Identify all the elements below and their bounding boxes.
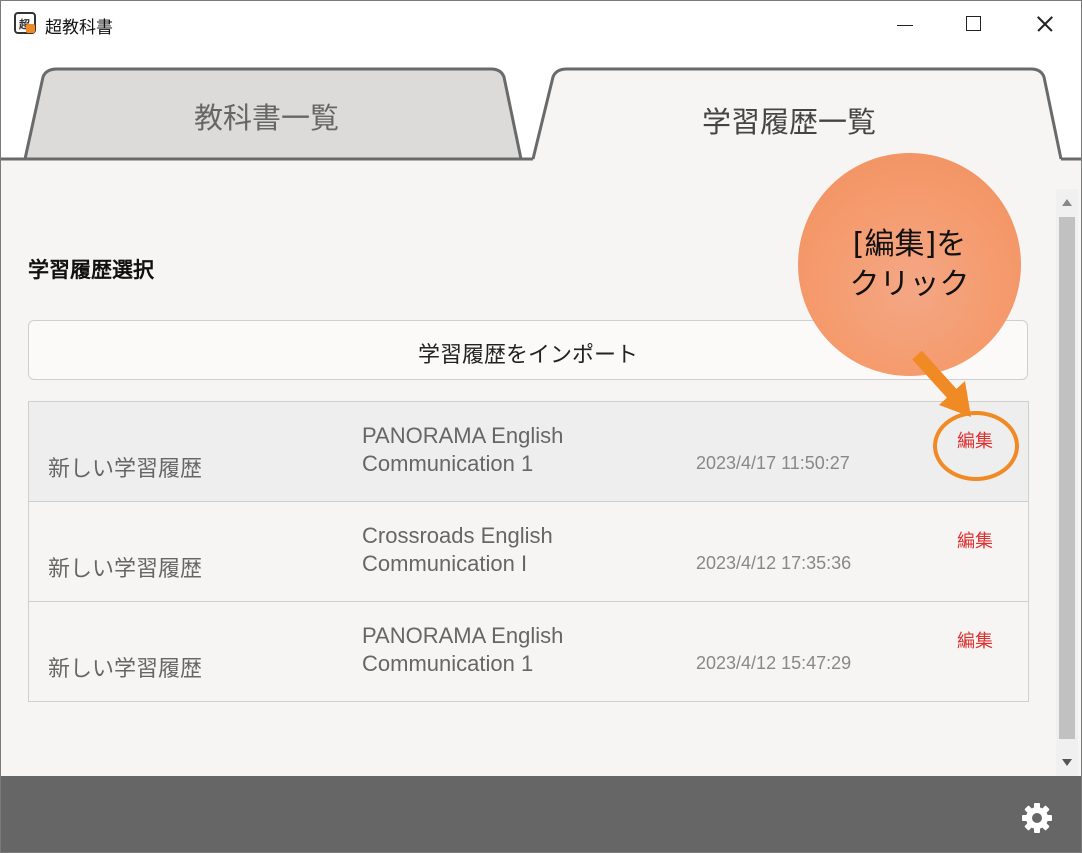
window-title: 超教科書 bbox=[45, 18, 113, 38]
pointer-arrow-icon bbox=[912, 350, 971, 417]
textbook-title: PANORAMA English Communication 1 bbox=[362, 423, 564, 476]
vertical-scrollbar[interactable] bbox=[1056, 189, 1078, 776]
history-row[interactable]: 新しい学習履歴 Crossroads English Communication… bbox=[29, 502, 1028, 602]
history-name: 新しい学習履歴 bbox=[48, 457, 203, 482]
history-name: 新しい学習履歴 bbox=[48, 557, 203, 582]
tab-history-label[interactable]: 学習履歴一覧 bbox=[702, 99, 876, 141]
tab-library-label[interactable]: 教科書一覧 bbox=[194, 95, 339, 137]
textbook-title: Crossroads English Communication I bbox=[362, 523, 553, 576]
maximize-button[interactable] bbox=[941, 1, 1011, 47]
history-date: 2023/4/12 17:35:36 bbox=[696, 553, 852, 573]
minimize-button[interactable] bbox=[871, 1, 941, 47]
scroll-up-arrow-icon[interactable] bbox=[1062, 199, 1072, 206]
textbook-title: PANORAMA English Communication 1 bbox=[362, 623, 564, 676]
scroll-thumb[interactable] bbox=[1059, 217, 1075, 739]
history-list: 新しい学習履歴 PANORAMA English Communication 1… bbox=[28, 401, 1029, 702]
history-name: 新しい学習履歴 bbox=[48, 657, 203, 682]
maximize-icon bbox=[966, 16, 981, 31]
history-date: 2023/4/12 15:47:29 bbox=[696, 653, 852, 673]
history-row[interactable]: 新しい学習履歴 PANORAMA English Communication 1… bbox=[29, 402, 1028, 502]
close-button[interactable] bbox=[1011, 1, 1081, 47]
gear-icon[interactable] bbox=[1021, 802, 1053, 834]
tabs-outline bbox=[1, 67, 1081, 163]
callout-text: [編集]を クリック bbox=[849, 227, 970, 302]
edit-button[interactable]: 編集 bbox=[957, 527, 993, 553]
app-window: 超 超教科書 教科書一覧 学習履歴一覧 学習履歴選択 学習履歴をインポート 新し… bbox=[0, 0, 1082, 853]
app-logo-icon: 超 bbox=[14, 12, 36, 34]
title-bar: 超 超教科書 bbox=[1, 1, 1081, 47]
section-title: 学習履歴選択 bbox=[28, 258, 154, 282]
history-row[interactable]: 新しい学習履歴 PANORAMA English Communication 1… bbox=[29, 602, 1028, 702]
edit-highlight-ring bbox=[933, 411, 1019, 481]
scroll-down-arrow-icon[interactable] bbox=[1062, 759, 1072, 766]
footer-bar bbox=[1, 776, 1081, 852]
history-date: 2023/4/17 11:50:27 bbox=[696, 453, 850, 473]
minimize-icon bbox=[897, 25, 913, 26]
edit-button[interactable]: 編集 bbox=[957, 627, 993, 653]
